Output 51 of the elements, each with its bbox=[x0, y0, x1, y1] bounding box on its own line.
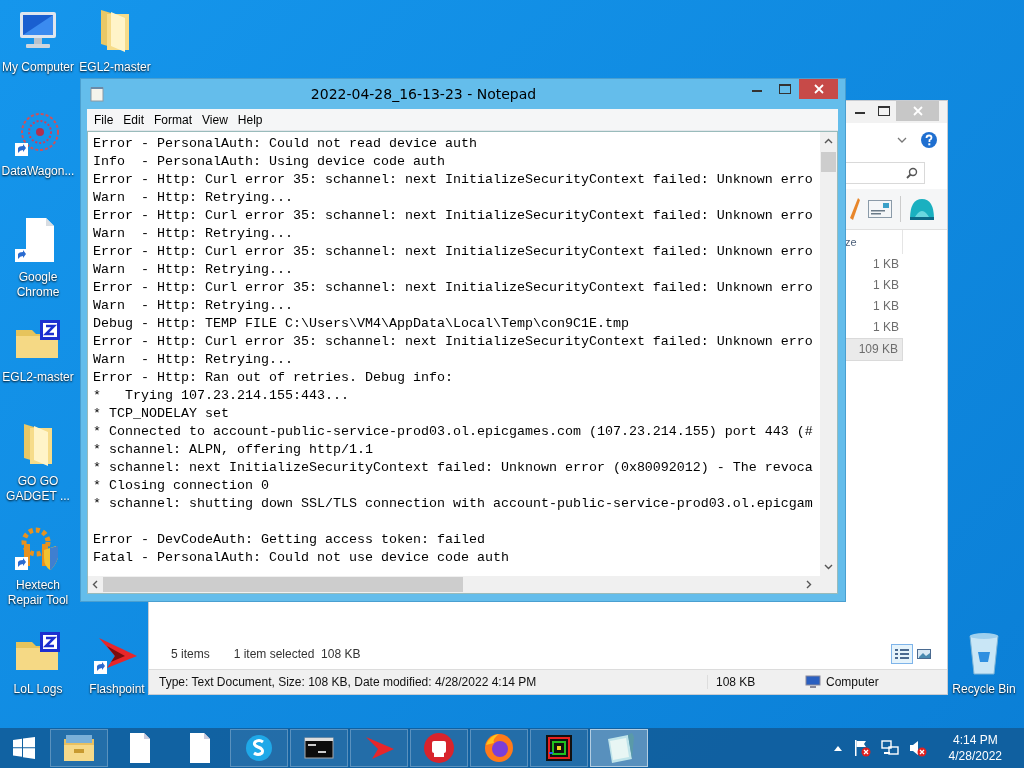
menu-item[interactable]: Edit bbox=[118, 112, 150, 127]
file-size-cell[interactable]: 1 KB bbox=[845, 254, 903, 275]
text-line: Warn - Http: Retrying... bbox=[93, 351, 294, 369]
taskbar-clock[interactable]: 4:14 PM 4/28/2022 bbox=[948, 732, 1002, 764]
desktop-icon-label[interactable]: LoL Logs bbox=[13, 682, 63, 697]
desktop-icon-label[interactable]: Google Chrome bbox=[0, 270, 76, 300]
status-location: Computer bbox=[826, 675, 879, 689]
text-line: Error - Http: Ran out of retries. Debug info: bbox=[93, 369, 454, 387]
file-size-cell[interactable]: 109 KB bbox=[845, 338, 903, 361]
file-size-cell[interactable]: 1 KB bbox=[845, 275, 903, 296]
status-details: Type: Text Document, Size: 108 KB, Date modified: 4/28/2022 4:14 PM bbox=[159, 675, 538, 689]
text-line: Error - PersonalAuth: Could not read device auth bbox=[93, 135, 478, 153]
text-line: * Connected to account-public-service-prod03.ol.epicgames.com (107.23.214.155) port 443 (# bbox=[93, 423, 814, 441]
desktop-icon-label[interactable]: DataWagon... bbox=[1, 164, 75, 179]
desktop-icon-label[interactable]: EGL2-master bbox=[79, 60, 151, 75]
text-line: Error - Http: Curl error 35: schannel: next InitializeSecurityContext failed: Unknown erro bbox=[93, 171, 814, 189]
clock-time: 4:14 PM bbox=[952, 732, 998, 748]
menu-item[interactable]: View bbox=[197, 112, 233, 127]
item-count: 5 items bbox=[171, 647, 210, 661]
text-line: * schannel: next InitializeSecurityContext failed: Unknown error (0x80092012) - The revoca bbox=[93, 459, 814, 477]
file-size-cell[interactable]: 1 KB bbox=[845, 296, 903, 317]
desktop-icon-label[interactable]: Recycle Bin bbox=[952, 682, 1016, 697]
text-line: Error - Http: Curl error 35: schannel: next InitializeSecurityContext failed: Unknown erro bbox=[93, 279, 814, 297]
selection-info: 1 item selected 108 KB bbox=[233, 647, 361, 661]
text-line: * schannel: ALPN, offering http/1.1 bbox=[93, 441, 374, 459]
text-line: Error - Http: Curl error 35: schannel: next InitializeSecurityContext failed: Unknown erro bbox=[93, 243, 814, 261]
clock-date: 4/28/2022 bbox=[948, 748, 1002, 764]
text-line: * Trying 107.23.214.155:443... bbox=[93, 387, 350, 405]
text-line: * TCP_NODELAY set bbox=[93, 405, 230, 423]
text-line: * schannel: shutting down SSL/TLS connection with account-public-service-prod03.ol.epicgam bbox=[93, 495, 814, 513]
text-line: Warn - Http: Retrying... bbox=[93, 225, 294, 243]
text-line: Error - DevCodeAuth: Getting access token: failed bbox=[93, 531, 486, 549]
desktop-icon-label[interactable]: Flashpoint bbox=[89, 682, 145, 697]
menu-item[interactable]: Help bbox=[232, 112, 268, 127]
window-title: 2022-04-28_16-13-23 - Notepad bbox=[309, 86, 538, 102]
text-line: Warn - Http: Retrying... bbox=[93, 261, 294, 279]
text-line: Fatal - PersonalAuth: Could not use device code auth bbox=[93, 549, 510, 567]
text-line: Warn - Http: Retrying... bbox=[93, 297, 294, 315]
text-line: Error - Http: Curl error 35: schannel: next InitializeSecurityContext failed: Unknown erro bbox=[93, 333, 814, 351]
text-line: Debug - Http: TEMP FILE C:\Users\VM4\AppData\Local\Temp\con9C1E.tmp bbox=[93, 315, 630, 333]
menu-item[interactable]: Format bbox=[149, 112, 198, 127]
text-line: Info - PersonalAuth: Using device code auth bbox=[93, 153, 446, 171]
desktop-icon-label[interactable]: EGL2-master bbox=[2, 370, 74, 385]
desktop-icon-label[interactable]: My Computer bbox=[2, 60, 74, 75]
menu-item[interactable]: File bbox=[89, 112, 119, 127]
text-line: Error - Http: Curl error 35: schannel: next InitializeSecurityContext failed: Unknown erro bbox=[93, 207, 814, 225]
desktop-icon-label[interactable]: Hextech Repair Tool bbox=[0, 578, 76, 608]
text-line: * Closing connection 0 bbox=[93, 477, 270, 495]
desktop-icon-label[interactable]: GO GO GADGET ... bbox=[0, 474, 76, 504]
text-line: Warn - Http: Retrying... bbox=[93, 189, 294, 207]
file-size-cell[interactable]: 1 KB bbox=[845, 317, 903, 338]
